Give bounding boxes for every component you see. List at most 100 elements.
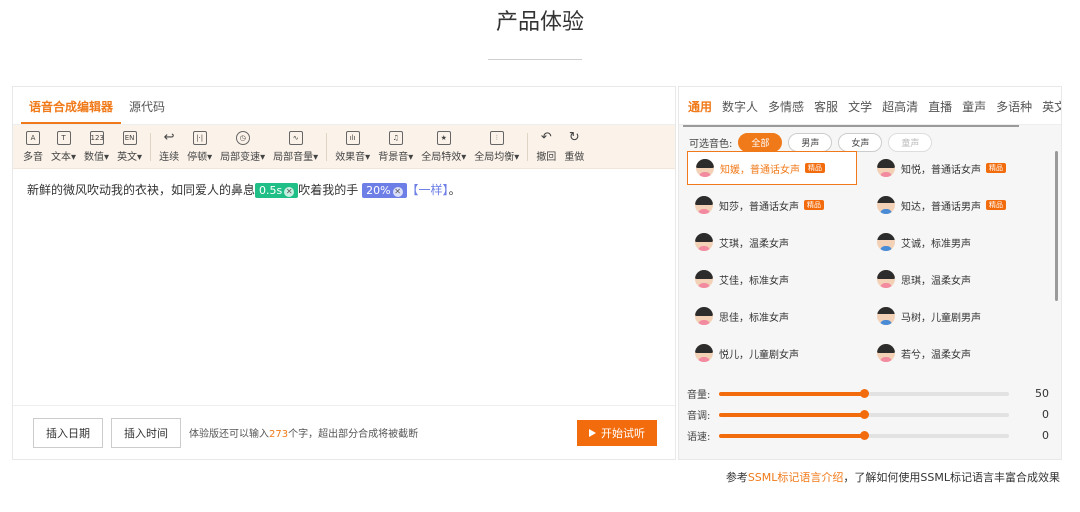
polyphone-icon: A [26,130,40,145]
global-equalizer-button[interactable]: ⫶ 全局均衡▾ [470,130,523,163]
voice-name: 知媛，普通话女声 [720,164,800,176]
pitch-slider-row: 音调: 0 [687,404,1057,425]
local-volume-button[interactable]: ∿ 局部音量▾ [269,130,322,163]
voice-name: 若兮，温柔女声 [901,349,971,361]
insert-time-button[interactable]: 插入时间 [111,417,181,448]
editor-text: 新鲜的微风吹动我的衣袂，如同爱人的鼻息 [27,183,256,197]
male-avatar-icon [877,196,895,214]
tab-digital-human[interactable]: 数字人 [717,98,763,124]
tab-live[interactable]: 直播 [923,98,957,124]
tab-general[interactable]: 通用 [683,98,717,124]
english-button[interactable]: EN 英文▾ [113,130,146,163]
volume-slider[interactable] [719,388,1009,398]
filter-female[interactable]: 女声 [838,133,883,152]
premium-badge: 精品 [986,200,1006,210]
polyphone-button[interactable]: A 多音 [19,130,47,163]
female-avatar-icon [695,196,713,214]
continuous-button[interactable]: ↩ 连续 [155,129,183,163]
tab-multi-emotion[interactable]: 多情感 [763,98,809,124]
slider-label: 音量: [687,390,711,401]
male-avatar-icon [877,233,895,251]
voice-item[interactable]: 艾佳，标准女声 [687,262,857,296]
tab-ssml-editor[interactable]: 语音合成编辑器 [21,98,122,124]
voice-name: 艾佳，标准女声 [719,275,789,287]
tab-customer-service[interactable]: 客服 [809,98,843,124]
tab-child-voice[interactable]: 童声 [957,98,991,124]
undo-icon: ↶ [540,129,552,145]
voice-item[interactable]: 知悦，普通话女声 精品 [869,151,1039,185]
female-avatar-icon [696,159,714,177]
slider-value: 50 [1035,387,1049,400]
sound-effect-button[interactable]: ılı 效果音▾ [331,130,374,163]
voice-item[interactable]: 马树，儿童剧男声 [869,299,1039,333]
undo-button[interactable]: ↶ 撤回 [532,129,560,163]
voice-item[interactable]: 艾琪，温柔女声 [687,225,857,259]
local-speed-button[interactable]: ◷ 局部变速▾ [216,130,269,163]
volume-tag[interactable]: 20% ✕ [362,183,407,198]
voice-item[interactable]: 思佳，标准女声 [687,299,857,333]
pitch-slider[interactable] [719,409,1009,419]
voice-item[interactable]: 知达，普通话男声 精品 [869,188,1039,222]
tab-literature[interactable]: 文学 [843,98,877,124]
voice-name: 知达，普通话男声 [901,201,981,213]
global-effect-button[interactable]: ★ 全局特效▾ [417,130,470,163]
text-button[interactable]: T 文本▾ [47,130,80,163]
tab-source-code[interactable]: 源代码 [121,98,173,124]
voice-item[interactable]: 艾诚，标准男声 [869,225,1039,259]
pause-button[interactable]: |·| 停顿▾ [183,130,216,163]
voice-list-scrollbar[interactable] [1055,151,1058,301]
equalizer-icon: ⫶ [489,130,504,145]
editor-text-area[interactable]: 新鲜的微风吹动我的衣袂，如同爱人的鼻息 0.5s ✕ 吹着我的手 20% ✕ 【一样】。 [13,169,675,393]
premium-badge: 精品 [805,163,825,173]
slider-handle[interactable] [860,430,869,440]
filter-child: 童声 [888,133,933,152]
volume-slider-row: 音量: 50 [687,383,1057,404]
slider-handle[interactable] [860,388,869,398]
number-button[interactable]: 123 数值▾ [80,130,113,163]
voice-item[interactable]: 若兮，温柔女声 [869,336,1039,370]
voice-item[interactable]: 思琪，温柔女声 [869,262,1039,296]
music-note-icon: ♫ [388,130,403,145]
voice-name: 知莎，普通话女声 [719,201,799,213]
toolbar-divider [150,132,152,161]
editor-text: 。 [448,183,461,197]
slider-label: 音调: [687,411,711,422]
toolbar-divider [527,132,529,161]
redo-button[interactable]: ↻ 重做 [560,129,588,163]
redo-icon: ↻ [568,129,580,145]
background-music-button[interactable]: ♫ 背景音▾ [374,130,417,163]
voice-item[interactable]: 知莎，普通话女声 精品 [687,188,857,222]
bracket-text: 【一样】 [406,183,449,197]
slider-fill [719,412,864,417]
tab-english[interactable]: 英文 [1037,98,1061,124]
speed-slider[interactable] [719,430,1009,440]
tab-multilingual[interactable]: 多语种 [991,98,1037,124]
close-icon[interactable]: ✕ [284,187,295,197]
ssml-intro-link[interactable]: SSML标记语言介绍 [748,471,844,484]
close-icon[interactable]: ✕ [392,187,403,197]
continuous-icon: ↩ [163,129,175,145]
start-listening-button[interactable]: 开始试听 [577,420,657,446]
slider-fill [719,433,864,438]
filter-all[interactable]: 全部 [738,133,783,152]
female-avatar-icon [877,270,895,288]
speed-slider-row: 语速: 0 [687,425,1057,446]
tab-ultra-hd[interactable]: 超高清 [877,98,923,124]
voice-name: 马树，儿童剧男声 [901,312,981,324]
female-avatar-icon [877,159,895,177]
slider-handle[interactable] [860,409,869,419]
pause-tag[interactable]: 0.5s ✕ [255,183,299,198]
play-icon [589,429,596,437]
voice-item[interactable]: 悦儿，儿童剧女声 [687,336,857,370]
voice-item[interactable]: 知媛，普通话女声 精品 [687,151,857,185]
editor-text: 吹着我的手 [298,183,359,197]
female-avatar-icon [695,270,713,288]
insert-date-button[interactable]: 插入日期 [33,417,103,448]
voice-filter-row: 可选音色: 全部 男声 女声 童声 [679,127,1061,152]
female-avatar-icon [695,344,713,362]
filter-label: 可选音色: [689,139,733,150]
toolbar-divider [326,132,328,161]
filter-male[interactable]: 男声 [788,133,833,152]
female-avatar-icon [695,233,713,251]
sound-effect-icon: ılı [345,130,360,145]
